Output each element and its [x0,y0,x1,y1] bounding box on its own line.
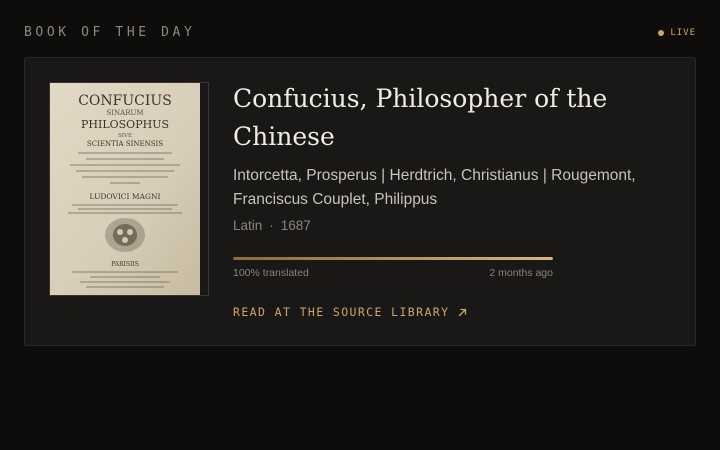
book-authors: Intorcetta, Prosperus | Herdtrich, Chris… [233,167,636,208]
translation-updated-label: 2 months ago [489,267,553,279]
cover-author: LUDOVICI MAGNI [90,192,161,201]
book-year: 1687 [280,218,311,233]
translation-progress-bar [233,257,553,260]
live-label: LIVE [670,28,696,38]
book-meta: Latin · 1687 [233,217,311,235]
translation-progress-fill [233,257,553,260]
book-title[interactable]: Confucius, Philosopher of the Chinese [233,80,673,156]
book-cover[interactable]: CONFUCIUS SINARUM PHILOSOPHUS SIVE SCIEN… [50,83,208,295]
dot-icon [658,30,665,36]
cover-city: PARISIIS [111,261,139,268]
cover-crest [105,218,145,252]
cover-illustration: CONFUCIUS SINARUM PHILOSOPHUS SIVE SCIEN… [50,83,208,295]
read-link-label: READ AT THE SOURCE LIBRARY [233,305,450,319]
cover-title-1: CONFUCIUS [78,93,172,109]
section-header: BOOK OF THE DAY LIVE [24,24,696,42]
book-language: Latin [233,218,263,233]
meta-separator: · [269,218,274,233]
read-at-source-link[interactable]: READ AT THE SOURCE LIBRARY [233,302,468,322]
cover-title-5: SCIENTIA SINENSIS [87,140,163,148]
live-indicator: LIVE [658,24,696,42]
cover-title-2: SINARUM [106,109,143,117]
cover-edge [200,83,208,295]
book-card: CONFUCIUS SINARUM PHILOSOPHUS SIVE SCIEN… [24,57,696,346]
section-title: BOOK OF THE DAY [24,25,196,40]
cover-title-4: SIVE [118,133,132,139]
translation-progress-label: 100% translated [233,267,309,279]
cover-title-3: PHILOSOPHUS [81,118,169,131]
arrow-up-right-icon [459,308,467,316]
